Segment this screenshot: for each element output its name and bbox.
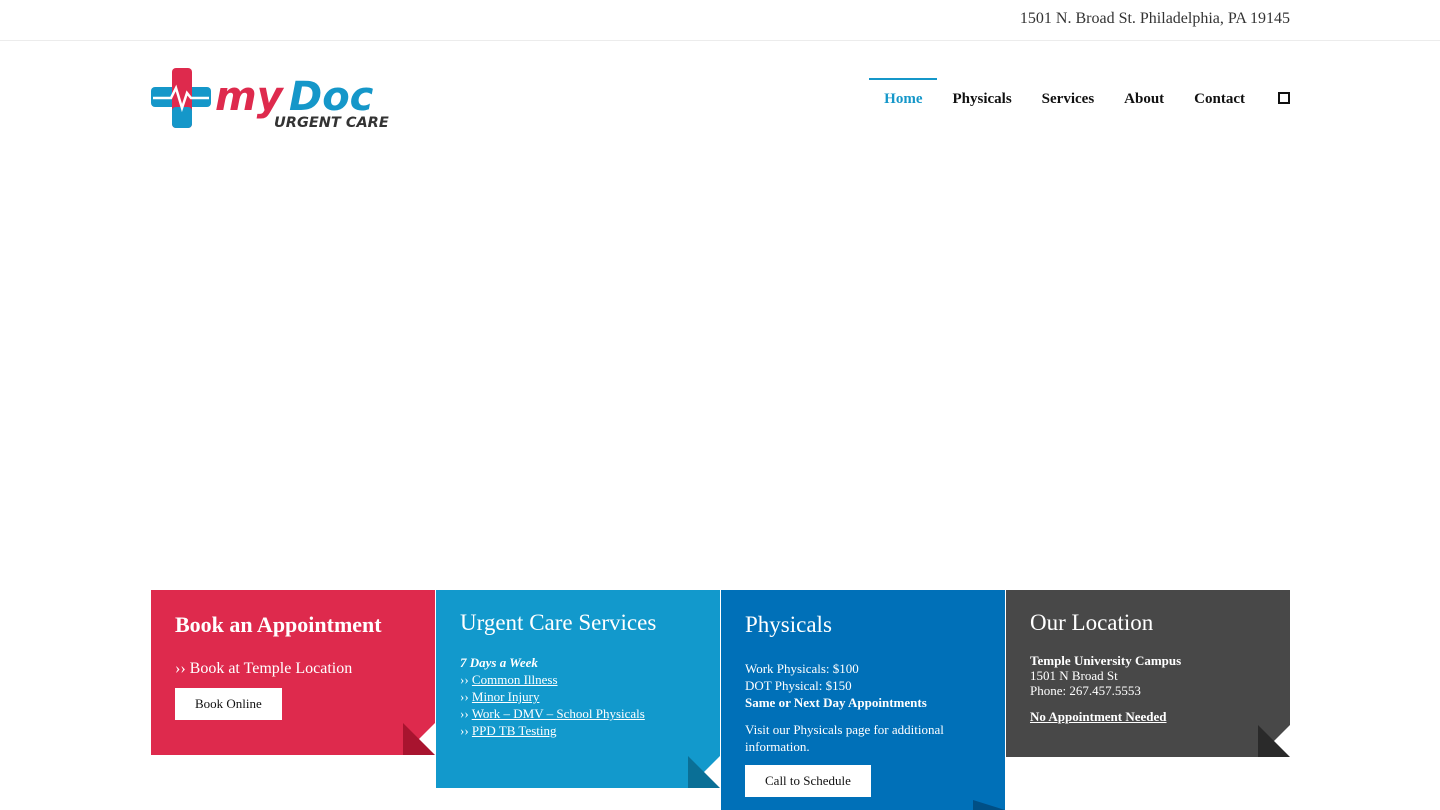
services-title: Urgent Care Services: [460, 610, 657, 635]
campus-name: Temple University Campus: [1030, 653, 1182, 668]
nav-item-about[interactable]: About: [1109, 78, 1179, 118]
appointment-title: Book an Appointment: [175, 612, 382, 637]
book-temple-link[interactable]: ›› Book at Temple Location: [175, 660, 411, 678]
address-text: 1501 N. Broad St. Philadelphia, PA 19145: [1019, 10, 1290, 27]
top-bar: 1501 N. Broad St. Philadelphia, PA 19145: [0, 0, 1440, 41]
corner-fold-shadow: [403, 723, 435, 755]
services-box: Urgent Care Services 7 Days a Week ›› Co…: [436, 590, 720, 788]
service-link-ppd-tb[interactable]: PPD TB Testing: [472, 723, 557, 738]
physicals-title: Physicals: [745, 612, 832, 637]
corner-fold-shadow: [1258, 725, 1290, 757]
book-online-button[interactable]: Book Online: [175, 688, 282, 720]
search-icon[interactable]: [1278, 92, 1290, 104]
work-physical-price: Work Physicals: $100: [745, 661, 859, 676]
nav-item-services[interactable]: Services: [1027, 78, 1109, 118]
physicals-info: Visit our Physicals page for additional …: [745, 722, 944, 754]
call-to-schedule-button[interactable]: Call to Schedule: [745, 765, 871, 797]
no-appointment-link[interactable]: No Appointment Needed: [1030, 709, 1167, 724]
service-link-common-illness[interactable]: Common Illness: [472, 672, 558, 687]
service-link-minor-injury[interactable]: Minor Injury: [472, 689, 540, 704]
logo-subtitle: URGENT CARE: [274, 115, 389, 130]
list-item: ›› PPD TB Testing: [460, 723, 557, 738]
street-address: 1501 N Broad St: [1030, 668, 1118, 683]
services-subtitle: 7 Days a Week: [460, 655, 538, 670]
appointments-note: Same or Next Day Appointments: [745, 695, 927, 710]
hero-area: [0, 140, 1440, 590]
service-link-physicals[interactable]: Work – DMV – School Physicals: [472, 706, 645, 721]
list-item: ›› Common Illness: [460, 672, 558, 687]
list-item: ›› Work – DMV – School Physicals: [460, 706, 645, 721]
corner-fold-shadow: [688, 756, 720, 788]
site-logo[interactable]: my Doc URGENT CARE: [151, 68, 401, 131]
logo-text-my: my: [215, 74, 285, 120]
physicals-box: Physicals Work Physicals: $100 DOT Physi…: [721, 590, 1005, 810]
corner-fold-shadow: [973, 800, 1005, 810]
dot-physical-price: DOT Physical: $150: [745, 678, 852, 693]
main-nav: Home Physicals Services About Contact: [869, 78, 1290, 118]
location-box: Our Location Temple University Campus 15…: [1006, 590, 1290, 757]
list-item: ›› Minor Injury: [460, 689, 540, 704]
phone-number: Phone: 267.457.5553: [1030, 683, 1141, 698]
nav-item-contact[interactable]: Contact: [1179, 78, 1260, 118]
appointment-box: Book an Appointment ›› Book at Temple Lo…: [151, 590, 435, 755]
location-title: Our Location: [1030, 610, 1154, 635]
nav-item-physicals[interactable]: Physicals: [937, 78, 1026, 118]
mydoc-logo-icon: my Doc URGENT CARE: [151, 68, 389, 131]
nav-item-home[interactable]: Home: [869, 78, 938, 118]
logo-text-doc: Doc: [289, 74, 374, 120]
